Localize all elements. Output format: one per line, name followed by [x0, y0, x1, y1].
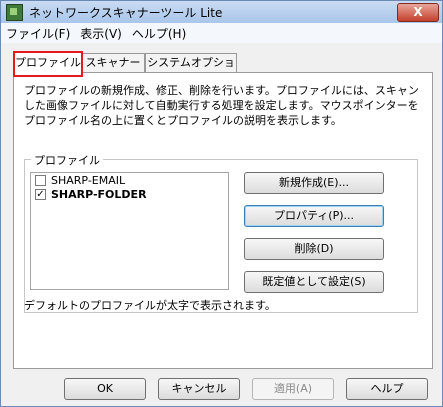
ok-button[interactable]: OK: [64, 378, 146, 400]
checkbox-checked[interactable]: ✓: [35, 188, 46, 200]
profile-name: SHARP-EMAIL: [51, 173, 126, 187]
close-button[interactable]: X: [397, 3, 439, 22]
set-default-button[interactable]: 既定値として設定(S): [244, 271, 384, 293]
menu-help[interactable]: ヘルプ(H): [127, 25, 191, 42]
tab-system-options[interactable]: システムオプション: [145, 53, 237, 87]
help-button[interactable]: ヘルプ: [346, 378, 428, 400]
list-item[interactable]: ✓ SHARP-FOLDER: [31, 187, 228, 201]
list-item[interactable]: SHARP-EMAIL: [31, 173, 228, 187]
checkbox-empty[interactable]: [35, 174, 46, 186]
profile-name: SHARP-FOLDER: [51, 187, 147, 201]
app-icon: [6, 3, 23, 21]
app-window: ネットワークスキャナーツール Lite X ファイル(F) 表示(V) ヘルプ(…: [0, 0, 443, 407]
properties-button[interactable]: プロパティ(P)...: [244, 205, 384, 227]
profile-list[interactable]: SHARP-EMAIL ✓ SHARP-FOLDER: [30, 172, 229, 290]
profile-tab-panel: プロファイルの新規作成、修正、削除を行います。プロファイルには、スキャンした画像…: [13, 72, 433, 369]
tab-scanner[interactable]: スキャナー: [81, 53, 145, 73]
footer-note: デフォルトのプロファイルが太字で表示されます。: [24, 299, 276, 312]
profile-group: プロファイル SHARP-EMAIL ✓ SHARP-FOLDER 新規作成(E…: [24, 152, 418, 313]
menu-bar: ファイル(F) 表示(V) ヘルプ(H): [1, 23, 442, 43]
menu-file[interactable]: ファイル(F): [1, 25, 75, 42]
cancel-button[interactable]: キャンセル: [158, 378, 240, 400]
tab-profile[interactable]: プロファイル: [13, 51, 83, 77]
new-profile-button[interactable]: 新規作成(E)...: [244, 172, 384, 194]
window-title: ネットワークスキャナーツール Lite: [29, 5, 223, 20]
delete-button[interactable]: 削除(D): [244, 238, 384, 260]
menu-view[interactable]: 表示(V): [75, 25, 127, 42]
title-bar[interactable]: ネットワークスキャナーツール Lite X: [1, 1, 442, 23]
group-label: プロファイル: [31, 152, 103, 168]
description-text: プロファイルの新規作成、修正、削除を行います。プロファイルには、スキャンした画像…: [24, 84, 419, 127]
apply-button[interactable]: 適用(A): [252, 378, 334, 400]
